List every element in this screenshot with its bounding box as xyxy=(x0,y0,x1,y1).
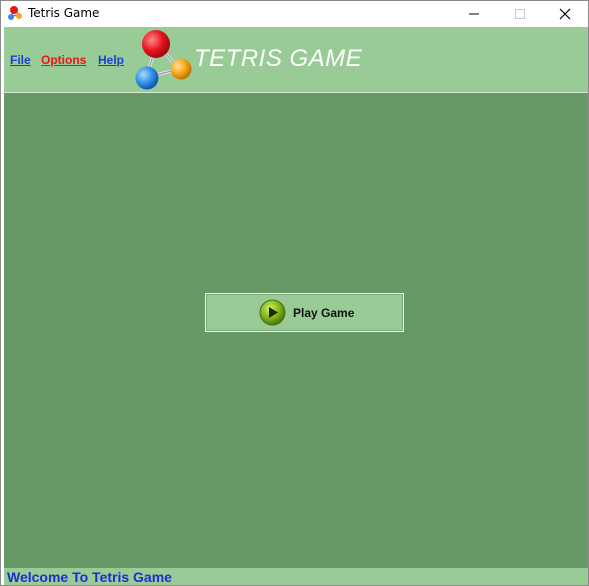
minimize-icon xyxy=(469,13,479,15)
play-game-label: Play Game xyxy=(293,306,355,320)
molecule-logo-icon xyxy=(135,30,192,90)
close-icon xyxy=(559,8,571,20)
title-bar[interactable]: Tetris Game xyxy=(1,1,588,27)
status-text: Welcome To Tetris Game xyxy=(7,569,172,585)
main-panel: Play Game xyxy=(4,93,588,568)
app-window: Tetris Game File Options Help TETRIS GAM… xyxy=(0,0,589,586)
molecule-icon xyxy=(8,6,22,20)
menu-help[interactable]: Help xyxy=(98,53,124,67)
close-button[interactable] xyxy=(542,1,588,27)
header-bar: File Options Help TETRIS GAME xyxy=(4,27,588,93)
menu-options[interactable]: Options xyxy=(41,53,86,67)
menu-file[interactable]: File xyxy=(10,53,31,67)
status-bar: Welcome To Tetris Game xyxy=(4,568,588,585)
minimize-button[interactable] xyxy=(451,1,497,27)
play-game-button[interactable]: Play Game xyxy=(205,293,404,332)
maximize-icon xyxy=(515,9,525,19)
header-title: TETRIS GAME xyxy=(194,45,363,72)
window-title: Tetris Game xyxy=(28,6,100,20)
play-icon xyxy=(259,299,286,326)
maximize-button[interactable] xyxy=(497,1,543,27)
